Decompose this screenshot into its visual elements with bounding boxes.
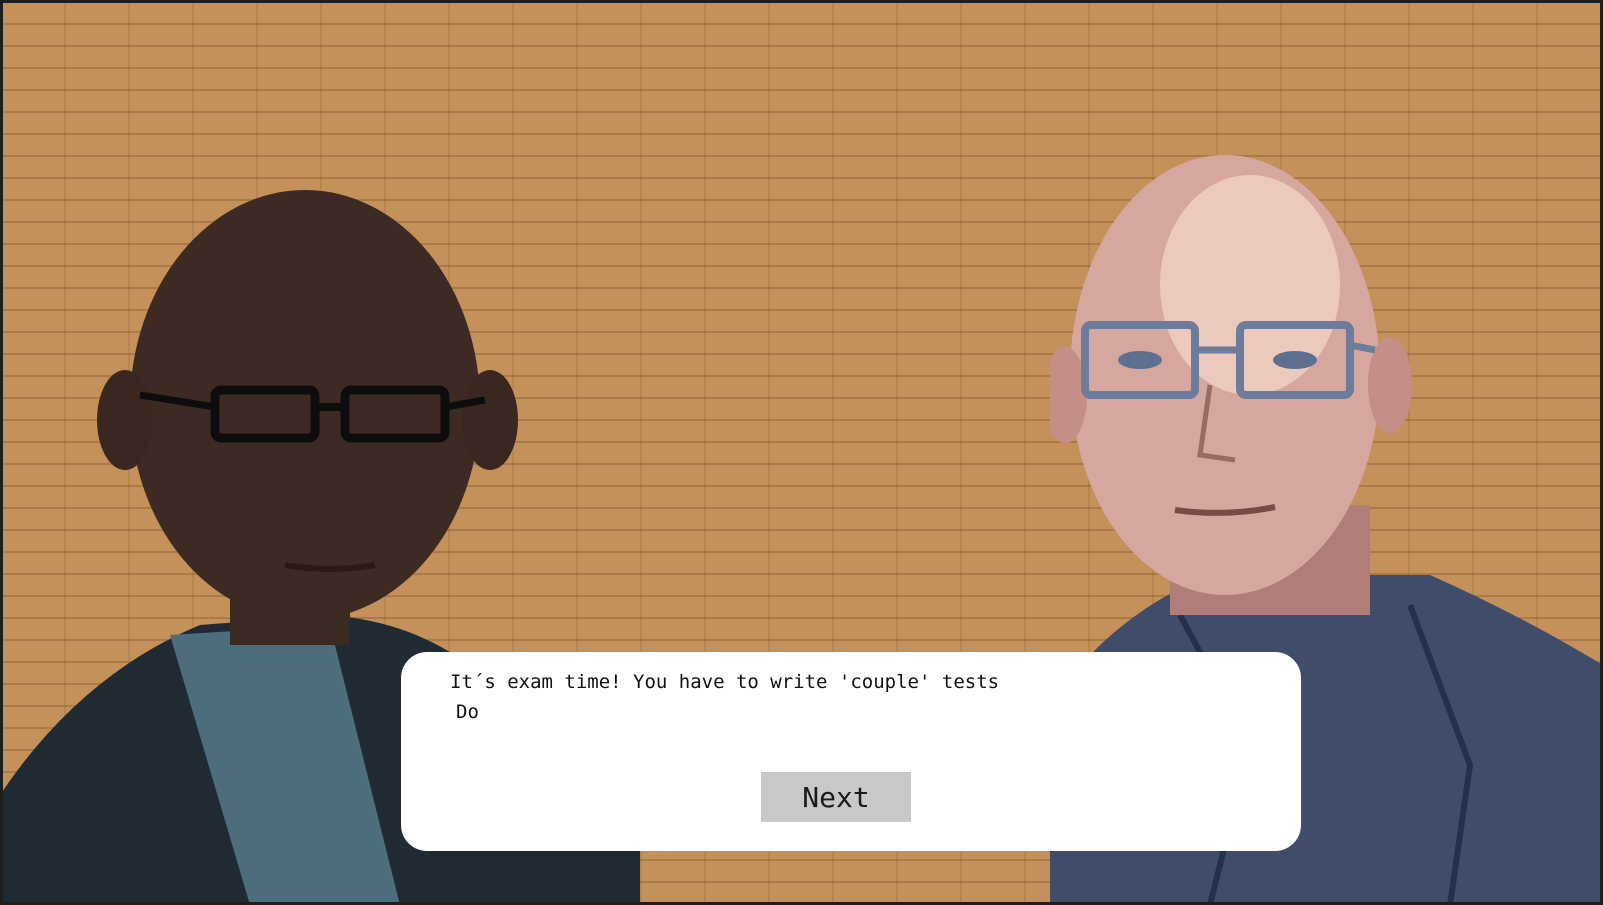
game-scene: It´s exam time! You have to write 'coupl…	[0, 0, 1603, 905]
next-button[interactable]: Next	[761, 772, 911, 822]
dialog-text-line-2: Do	[456, 701, 479, 723]
dialog-text-line-1: It´s exam time! You have to write 'coupl…	[450, 671, 1000, 693]
dialog-box: It´s exam time! You have to write 'coupl…	[401, 652, 1301, 851]
